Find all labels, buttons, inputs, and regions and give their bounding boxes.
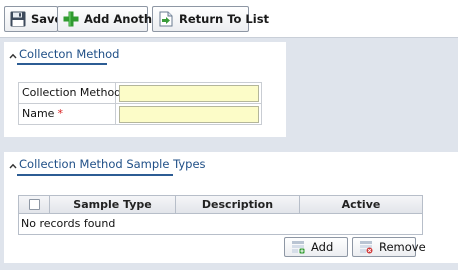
- collection-method-label: Collection Method*: [19, 83, 130, 103]
- section-title-underline: [17, 63, 107, 65]
- grid-header: Sample Type Description Active: [19, 196, 422, 214]
- name-label-text: Name: [22, 107, 55, 120]
- remove-row-icon: [359, 240, 373, 254]
- remove-button-label: Remove: [379, 240, 426, 254]
- green-plus-icon: [62, 10, 80, 28]
- required-marker: *: [57, 107, 63, 120]
- sample-types-panel: Collection Method Sample Types Sample Ty…: [4, 152, 458, 263]
- remove-button[interactable]: Remove: [352, 237, 426, 257]
- name-label: Name *: [19, 104, 116, 125]
- collection-method-form: Collection Method* Name*: [18, 82, 262, 125]
- floppy-disk-icon: [9, 10, 27, 28]
- column-header-active[interactable]: Active: [300, 196, 422, 214]
- column-header-sample-type[interactable]: Sample Type: [50, 196, 176, 214]
- return-to-list-button[interactable]: Return To List: [152, 6, 269, 32]
- add-button[interactable]: Add: [284, 237, 348, 257]
- collection-method-input[interactable]: [119, 85, 259, 102]
- name-input[interactable]: [119, 106, 259, 123]
- select-all-column: [19, 196, 50, 214]
- document-arrow-icon: [157, 10, 175, 28]
- add-another-button[interactable]: Add Another: [57, 6, 166, 32]
- toolbar: Save Add Another Return To List: [0, 0, 458, 38]
- chevron-up-icon[interactable]: [8, 161, 18, 171]
- section-title-sample-types[interactable]: Collection Method Sample Types: [19, 157, 206, 174]
- section-title-collection-method[interactable]: Collecton Method: [19, 47, 119, 64]
- section-title-underline: [17, 174, 173, 176]
- select-all-checkbox[interactable]: [29, 199, 40, 210]
- sample-types-grid: Sample Type Description Active No record…: [18, 195, 423, 235]
- column-header-description[interactable]: Description: [176, 196, 300, 214]
- form-row-collection-method: Collection Method*: [19, 83, 261, 104]
- collection-method-panel: Collecton Method Collection Method* Name…: [4, 42, 286, 137]
- return-to-list-button-label: Return To List: [179, 12, 270, 26]
- empty-message: No records found: [21, 217, 116, 230]
- form-row-name: Name *: [19, 104, 261, 125]
- add-row-icon: [291, 240, 305, 254]
- chevron-up-icon[interactable]: [8, 51, 18, 61]
- collection-method-label-text: Collection Method: [22, 86, 122, 99]
- save-button[interactable]: Save: [4, 6, 62, 32]
- add-button-label: Add: [311, 240, 334, 254]
